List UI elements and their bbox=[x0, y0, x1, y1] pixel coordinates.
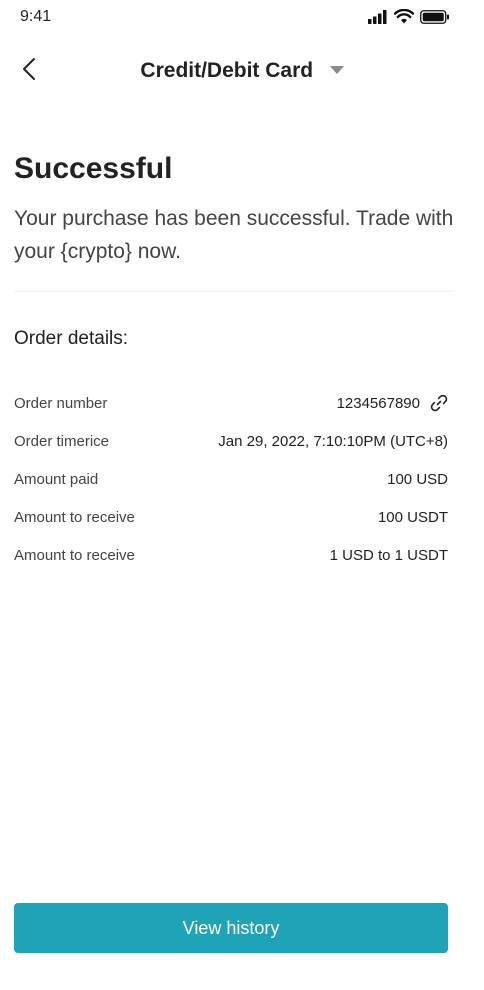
view-history-button[interactable]: View history bbox=[14, 903, 448, 953]
detail-label: Amount to receive bbox=[14, 508, 135, 526]
success-headline: Successful bbox=[14, 152, 173, 185]
amount-receive-row: Amount to receive 100 USDT bbox=[14, 498, 448, 536]
page-title: Credit/Debit Card bbox=[140, 59, 314, 82]
status-bar: 9:41 bbox=[0, 0, 484, 36]
order-number-value: 1234567890 bbox=[337, 394, 448, 412]
order-details-list: Order number 1234567890 Order timerice J… bbox=[14, 384, 448, 574]
detail-value: 1 USD to 1 USDT bbox=[329, 546, 448, 564]
success-message: Your purchase has been successful. Trade… bbox=[14, 207, 454, 263]
detail-label: Order number bbox=[14, 394, 108, 412]
amount-paid-row: Amount paid 100 USD bbox=[14, 460, 448, 498]
detail-value: 100 USDT bbox=[377, 508, 448, 526]
order-number-row: Order number 1234567890 bbox=[14, 384, 448, 422]
wifi-icon bbox=[393, 8, 415, 29]
caret-down-icon bbox=[329, 62, 344, 80]
signal-icon bbox=[368, 9, 388, 29]
detail-value: 1234567890 bbox=[336, 394, 420, 412]
payment-method-selector[interactable]: Credit/Debit Card bbox=[0, 59, 484, 83]
nav-bar: Credit/Debit Card bbox=[0, 50, 484, 94]
status-time: 9:41 bbox=[20, 8, 52, 25]
order-time-row: Order timerice Jan 29, 2022, 7:10:10PM (… bbox=[14, 422, 448, 460]
detail-label: Amount paid bbox=[14, 470, 99, 488]
detail-label: Amount to receive bbox=[14, 546, 135, 564]
copy-link-icon[interactable] bbox=[430, 394, 448, 412]
detail-label: Order timerice bbox=[14, 432, 110, 450]
detail-value: Jan 29, 2022, 7:10:10PM (UTC+8) bbox=[218, 432, 448, 450]
divider bbox=[14, 291, 454, 292]
detail-value: 100 USD bbox=[387, 470, 448, 488]
battery-icon bbox=[420, 9, 450, 29]
exchange-rate-row: Amount to receive 1 USD to 1 USDT bbox=[14, 536, 448, 574]
status-icons bbox=[368, 8, 450, 29]
order-details-title: Order details: bbox=[14, 328, 129, 349]
